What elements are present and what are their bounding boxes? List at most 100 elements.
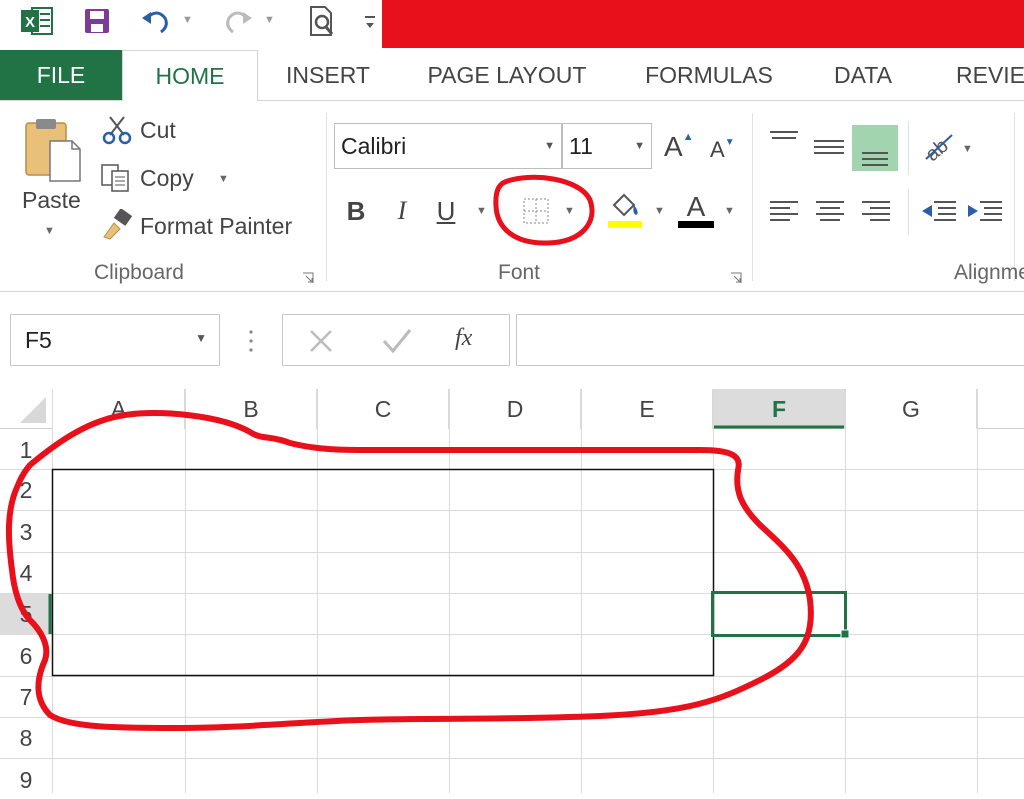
increase-indent-icon[interactable] <box>966 199 1004 225</box>
red-annotation-banner <box>382 0 1024 48</box>
tab-home[interactable]: HOME <box>122 50 258 101</box>
customize-qat-icon[interactable] <box>364 12 376 32</box>
row-header-4[interactable]: 4 <box>0 554 52 592</box>
excel-logo-icon: X <box>18 6 56 36</box>
name-box-value: F5 <box>25 327 52 353</box>
font-name-combo[interactable]: Calibri ▼ <box>334 123 562 169</box>
shrink-font-button[interactable]: A▼ <box>710 137 735 163</box>
middle-align-icon[interactable] <box>812 129 846 163</box>
svg-text:X: X <box>25 14 35 31</box>
row-header-8[interactable]: 8 <box>0 719 52 757</box>
format-painter-label[interactable]: Format Painter <box>140 213 292 240</box>
format-painter-icon[interactable] <box>100 208 134 241</box>
row-header-1[interactable]: 1 <box>0 431 52 469</box>
orientation-dropdown-icon[interactable]: ▼ <box>962 143 973 155</box>
clipboard-group-label: Clipboard <box>94 261 184 284</box>
decrease-indent-icon[interactable] <box>920 199 958 225</box>
row-header-6[interactable]: 6 <box>0 637 52 675</box>
tab-insert[interactable]: INSERT <box>270 50 386 100</box>
insert-function-icon[interactable]: fx <box>455 325 472 352</box>
copy-icon[interactable] <box>100 163 132 193</box>
grow-font-letter: A <box>664 131 683 162</box>
font-name-dropdown-icon[interactable]: ▼ <box>544 124 555 168</box>
enter-icon[interactable] <box>381 327 413 355</box>
top-align-icon[interactable] <box>768 129 800 151</box>
clipboard-launcher-icon[interactable] <box>302 271 314 283</box>
bold-button[interactable]: B <box>338 191 374 231</box>
tab-review[interactable]: REVIEW <box>936 50 1024 100</box>
font-color-dropdown-icon[interactable]: ▼ <box>724 205 735 217</box>
tab-formulas[interactable]: FORMULAS <box>628 50 790 100</box>
borders-dropdown-icon[interactable]: ▼ <box>564 205 575 217</box>
grid-lines <box>0 389 1024 793</box>
column-header-c[interactable]: C <box>318 389 449 429</box>
copy-dropdown-icon[interactable]: ▼ <box>218 173 229 185</box>
ribbon: Paste ▼ Cut Copy ▼ Format Painter Clipbo… <box>0 101 1024 292</box>
align-right-icon[interactable] <box>860 199 892 225</box>
column-header-e[interactable]: E <box>582 389 713 429</box>
column-header-g[interactable]: G <box>846 389 977 429</box>
undo-icon[interactable] <box>138 6 174 36</box>
borders-icon[interactable] <box>522 197 550 225</box>
separator <box>908 189 909 235</box>
column-header-f[interactable]: F <box>714 389 845 429</box>
row-header-5[interactable]: 5 <box>0 595 52 633</box>
save-icon[interactable] <box>80 6 114 36</box>
underline-button[interactable]: U <box>428 191 464 231</box>
ribbon-tabs: FILE HOME INSERT PAGE LAYOUT FORMULAS DA… <box>0 50 1024 101</box>
paste-icon[interactable] <box>20 115 86 185</box>
fill-color-icon[interactable] <box>606 191 644 231</box>
align-center-icon[interactable] <box>814 199 846 225</box>
font-color-button[interactable]: A <box>678 191 716 231</box>
separator <box>908 121 909 175</box>
bottom-align-icon[interactable] <box>852 125 898 171</box>
separator <box>326 113 327 281</box>
copy-label[interactable]: Copy <box>140 165 194 192</box>
row-header-3[interactable]: 3 <box>0 513 52 551</box>
font-size-combo[interactable]: 11 ▼ <box>562 123 652 169</box>
font-size-value: 11 <box>569 133 593 159</box>
separator <box>752 113 753 281</box>
name-box-dropdown-icon[interactable]: ▼ <box>195 331 207 345</box>
font-launcher-icon[interactable] <box>730 271 742 283</box>
underline-dropdown-icon[interactable]: ▼ <box>476 205 487 217</box>
column-header-b[interactable]: B <box>186 389 317 429</box>
font-group-label: Font <box>498 261 541 284</box>
fill-color-dropdown-icon[interactable]: ▼ <box>654 205 665 217</box>
name-box[interactable]: F5 ▼ <box>10 314 220 366</box>
font-color-letter: A <box>686 191 706 222</box>
orientation-icon[interactable]: ab <box>920 129 958 166</box>
paste-label[interactable]: Paste <box>22 187 81 214</box>
formula-buttons: fx <box>282 314 510 366</box>
spreadsheet-grid[interactable]: A B C D E F G 1 2 3 4 5 6 7 8 9 <box>0 389 1024 793</box>
align-left-icon[interactable] <box>768 199 800 225</box>
column-header-a[interactable]: A <box>53 389 185 429</box>
grow-font-button[interactable]: A▲ <box>664 131 694 163</box>
italic-button[interactable]: I <box>384 191 420 231</box>
font-size-dropdown-icon[interactable]: ▼ <box>634 124 645 168</box>
grow-arrow-icon: ▲ <box>682 131 694 143</box>
formula-bar-grip-icon[interactable] <box>248 328 254 354</box>
paste-dropdown-icon[interactable]: ▼ <box>44 225 55 237</box>
cancel-icon[interactable] <box>307 327 335 355</box>
tab-data[interactable]: DATA <box>810 50 916 100</box>
font-name-value: Calibri <box>341 133 407 159</box>
tab-file[interactable]: FILE <box>0 50 122 100</box>
redo-icon[interactable] <box>220 6 256 36</box>
redo-dropdown-icon[interactable]: ▼ <box>264 14 275 26</box>
undo-dropdown-icon[interactable]: ▼ <box>182 14 193 26</box>
tab-page-layout[interactable]: PAGE LAYOUT <box>408 50 606 100</box>
font-color-swatch <box>678 221 714 228</box>
alignment-group-label: Alignment <box>954 261 1024 284</box>
shrink-arrow-icon: ▼ <box>724 137 735 148</box>
row-header-9[interactable]: 9 <box>0 761 52 799</box>
column-header-d[interactable]: D <box>450 389 581 429</box>
cut-label[interactable]: Cut <box>140 117 176 144</box>
formula-input[interactable] <box>516 314 1024 366</box>
row-header-7[interactable]: 7 <box>0 678 52 716</box>
formula-bar-area: F5 ▼ fx <box>0 292 1024 388</box>
row-header-2[interactable]: 2 <box>0 471 52 509</box>
cut-icon[interactable] <box>102 115 132 145</box>
shrink-font-letter: A <box>710 137 725 162</box>
print-preview-icon[interactable] <box>304 6 340 36</box>
